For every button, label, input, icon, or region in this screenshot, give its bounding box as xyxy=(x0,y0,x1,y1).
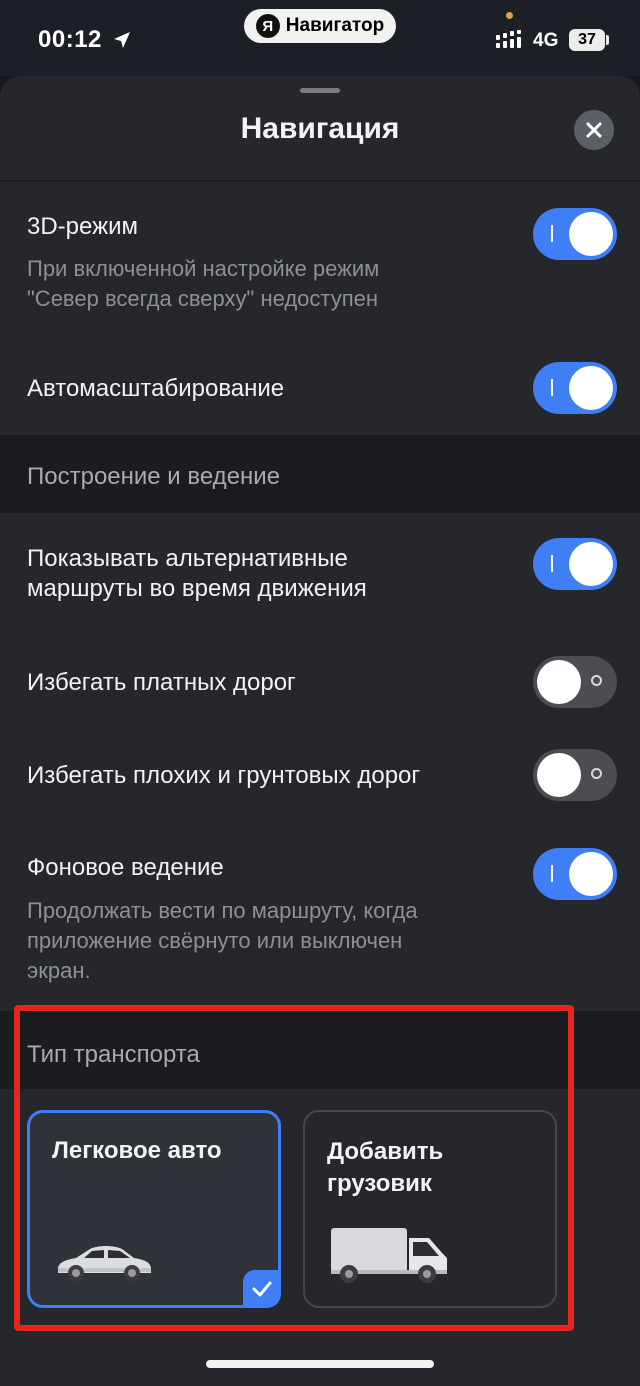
toggle-knob xyxy=(569,366,613,410)
sheet-title: Навигация xyxy=(240,112,400,145)
setting-background-guidance-label: Фоновое ведение xyxy=(27,854,224,881)
setting-alt-routes-label-line2: маршруты во время движения xyxy=(27,575,367,602)
setting-background-description-line1: Продолжать вести по маршруту, когда xyxy=(27,898,418,923)
close-icon xyxy=(586,122,602,138)
setting-avoid-bad-roads-label: Избегать плохих и грунтовых дорог xyxy=(27,762,421,789)
toggle-knob xyxy=(569,212,613,256)
toggle-background-guidance[interactable] xyxy=(533,848,617,900)
toggle-avoid-bad-roads[interactable] xyxy=(533,749,617,801)
setting-alt-routes-label-line1: Показывать альтернативные xyxy=(27,545,348,572)
battery-icon: 37 xyxy=(569,29,605,51)
battery-level: 37 xyxy=(578,31,596,48)
setting-3d-mode-description-line1: При включенной настройке режим xyxy=(27,256,380,281)
toggle-knob xyxy=(537,753,581,797)
battery-tip xyxy=(606,35,609,45)
clock: 00:12 xyxy=(38,26,102,53)
toggle-on-mark xyxy=(551,555,553,572)
header-divider xyxy=(0,180,640,182)
toggle-avoid-toll[interactable] xyxy=(533,656,617,708)
setting-3d-mode-label: 3D-режим xyxy=(27,213,139,240)
status-bar: 00:12 Я Навигатор 4G 37 xyxy=(0,0,640,76)
toggle-on-mark xyxy=(551,225,553,242)
setting-auto-zoom-label: Автомасштабирование xyxy=(27,375,285,402)
yandex-logo-icon: Я xyxy=(255,14,280,38)
app-name: Навигатор xyxy=(285,15,385,36)
location-arrow-icon xyxy=(114,32,130,48)
privacy-dot-icon xyxy=(506,12,513,19)
setting-background-description-line2: приложение свёрнуто или выключен xyxy=(27,928,403,953)
toggle-off-mark xyxy=(591,768,602,779)
section-label-routing: Построение и ведение xyxy=(27,463,281,490)
sheet-grabber-handle[interactable] xyxy=(300,88,340,93)
toggle-knob xyxy=(569,542,613,586)
home-indicator[interactable] xyxy=(206,1360,434,1368)
toggle-knob xyxy=(537,660,581,704)
toggle-knob xyxy=(569,852,613,896)
toggle-3d-mode[interactable] xyxy=(533,208,617,260)
close-button[interactable] xyxy=(574,110,614,150)
setting-3d-mode-description-line2: "Север всегда сверху" недоступен xyxy=(27,286,379,311)
setting-background-description-line3: экран. xyxy=(27,958,91,983)
network-type: 4G xyxy=(533,30,559,51)
toggle-on-mark xyxy=(551,379,553,396)
setting-avoid-toll-label: Избегать платных дорог xyxy=(27,669,296,696)
section-header-routing: Построение и ведение xyxy=(0,435,640,513)
red-highlight-annotation xyxy=(14,1005,574,1331)
app-indicator-pill[interactable]: Я Навигатор xyxy=(244,9,396,43)
toggle-alt-routes[interactable] xyxy=(533,538,617,590)
cellular-signal-icon xyxy=(496,30,521,48)
toggle-on-mark xyxy=(551,865,553,882)
toggle-auto-zoom[interactable] xyxy=(533,362,617,414)
toggle-off-mark xyxy=(591,675,602,686)
